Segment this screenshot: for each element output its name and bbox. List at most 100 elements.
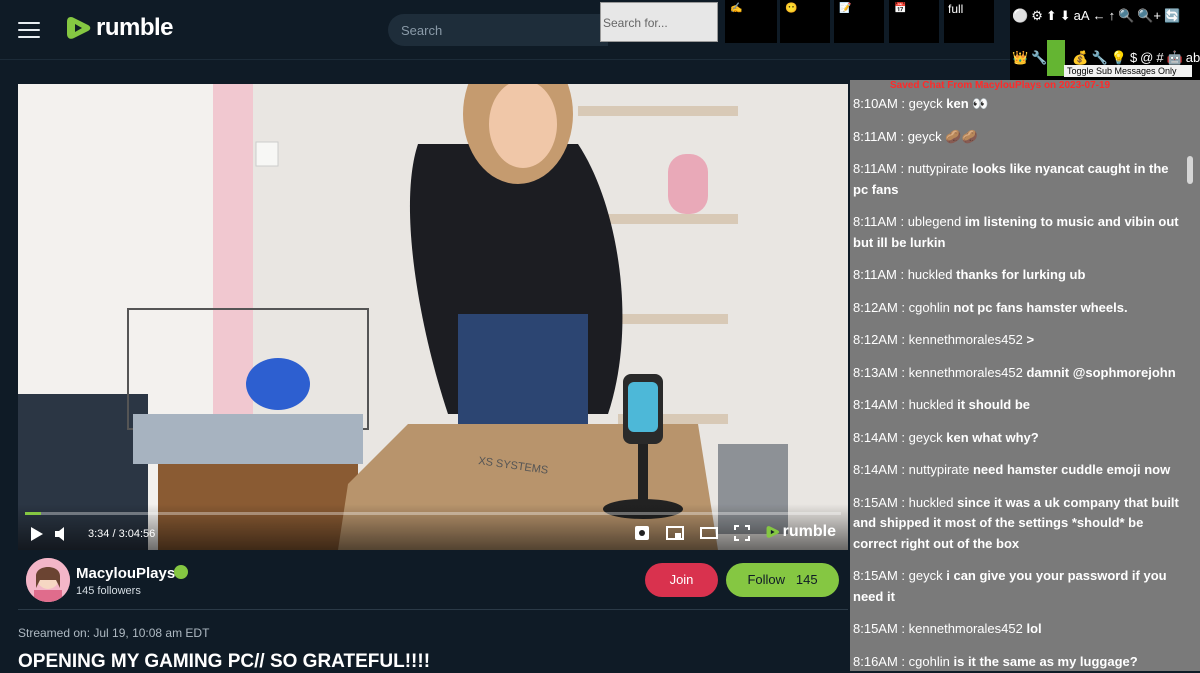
fullscreen-icon[interactable]: [734, 525, 750, 541]
chat-message-text: ken 👀: [946, 96, 989, 111]
dollar-icon[interactable]: $: [1130, 50, 1137, 66]
chat-message-meta: 8:15AM : geyck: [853, 568, 943, 583]
tools-row-top: ⚪ ⚙ ⬆ ⬇ aA ← ↑ 🔍 🔍+ 🔄: [1012, 8, 1180, 24]
arrow-up-icon[interactable]: ⬆: [1046, 8, 1057, 24]
font-size-icon[interactable]: aA: [1074, 8, 1090, 24]
player-controls: 3:34 / 3:04:56 rumble: [18, 510, 848, 550]
crown-icon[interactable]: 👑: [1012, 50, 1028, 66]
chat-message-time: 8:14AM: [853, 462, 898, 477]
arrow-down-icon[interactable]: ⬇: [1060, 8, 1071, 24]
face-icon: 😶: [785, 3, 798, 14]
rumble-small-icon: [766, 526, 779, 538]
extension-slot-2[interactable]: 😶: [780, 0, 830, 43]
pointing-hand-icon: ✍: [730, 3, 743, 14]
arrow-left-icon[interactable]: ←: [1093, 8, 1106, 24]
chat-message-meta: 8:12AM : kennethmorales452: [853, 332, 1023, 347]
chat-message-user[interactable]: nuttypirate: [909, 462, 970, 477]
robot-icon[interactable]: 🤖: [1167, 50, 1183, 66]
chat-separator: :: [897, 568, 909, 583]
wrench-icon-2[interactable]: 🔧: [1092, 50, 1108, 66]
picture-in-picture-icon[interactable]: [666, 525, 684, 541]
extension-slot-3[interactable]: 📝: [834, 0, 884, 43]
chat-message-text: need hamster cuddle emoji now: [972, 462, 1171, 477]
extension-slot-1[interactable]: ✍: [725, 0, 777, 43]
chat-separator: :: [896, 267, 908, 282]
chat-message-text: ken what why?: [946, 429, 1039, 445]
zoom-in-icon[interactable]: 🔍+: [1137, 8, 1161, 24]
volume-icon[interactable]: [54, 526, 70, 542]
chat-message-user[interactable]: geyck: [909, 96, 943, 111]
video-player[interactable]: XS SYSTEMS 3:34 / 3:04:56 rumble: [18, 84, 848, 550]
chat-panel: Saved Chat From MacylouPlays on 2023-07-…: [850, 80, 1200, 671]
refresh-icon[interactable]: 🔄: [1164, 8, 1180, 24]
chat-message: 8:13AM : kennethmorales452 damnit @sophm…: [853, 363, 1183, 384]
chat-message-meta: 8:15AM : kennethmorales452: [853, 621, 1023, 636]
at-icon[interactable]: @: [1140, 50, 1153, 66]
chat-message-user[interactable]: geyck: [909, 430, 943, 445]
chat-separator: :: [897, 332, 909, 347]
chat-message-user[interactable]: cgohlin: [909, 654, 950, 669]
search-input[interactable]: Search: [388, 14, 608, 46]
time-display: 3:34 / 3:04:56: [88, 528, 156, 540]
chat-message: 8:10AM : geyck ken 👀: [853, 94, 1183, 115]
avatar[interactable]: [26, 558, 70, 602]
channel-name[interactable]: MacylouPlays: [76, 565, 175, 582]
chat-message-user[interactable]: geyck: [909, 568, 943, 583]
chat-message-user[interactable]: huckled: [909, 495, 954, 510]
chat-message-user[interactable]: cgohlin: [909, 300, 950, 315]
extension-slot-full[interactable]: full: [944, 0, 994, 43]
chat-message-meta: 8:11AM : huckled: [853, 267, 953, 282]
chat-message-user[interactable]: kennethmorales452: [909, 621, 1023, 636]
extension-search-input[interactable]: Search for...: [600, 2, 718, 42]
toggle-sub-messages-button[interactable]: [1047, 40, 1065, 76]
lightbulb-icon[interactable]: 💡: [1111, 50, 1127, 66]
progress-bar[interactable]: [25, 512, 841, 515]
ab-icon[interactable]: ab: [1186, 50, 1200, 66]
settings-icon[interactable]: [634, 525, 650, 541]
menu-icon[interactable]: [18, 22, 40, 38]
hash-icon[interactable]: #: [1156, 50, 1163, 66]
chat-message-user[interactable]: huckled: [908, 267, 953, 282]
chat-separator: :: [897, 621, 909, 636]
progress-fill: [25, 512, 41, 515]
wrench-icon[interactable]: 🔧: [1031, 50, 1047, 66]
chat-message: 8:11AM : ublegend im listening to music …: [853, 212, 1183, 253]
arrow-up-small-icon[interactable]: ↑: [1109, 8, 1116, 24]
chat-message-time: 8:14AM: [853, 429, 898, 445]
chat-scrollbar[interactable]: [1187, 156, 1193, 184]
chat-message-user[interactable]: huckled: [909, 397, 954, 412]
chat-message-text: >: [1026, 332, 1035, 347]
tools-row-bottom: 👑 🔧 💰 🔧 💡 $ @ # 🤖 ab: [1012, 50, 1200, 66]
chat-message-meta: 8:11AM : nuttypirate: [853, 161, 968, 176]
chat-message-user[interactable]: kennethmorales452: [909, 365, 1023, 380]
radio-icon[interactable]: ⚪: [1012, 8, 1028, 24]
video-title: OPENING MY GAMING PC// SO GRATEFUL!!!!: [18, 651, 431, 672]
full-label: full: [948, 2, 964, 16]
chat-separator: :: [897, 429, 909, 445]
chat-message-time: 8:10AM: [853, 96, 898, 111]
search-icon[interactable]: 🔍: [1118, 8, 1134, 24]
chat-message-user[interactable]: kennethmorales452: [909, 332, 1023, 347]
chat-message-user[interactable]: nuttypirate: [908, 161, 969, 176]
chat-message-meta: 8:11AM : ublegend: [853, 214, 961, 229]
follow-button[interactable]: Follow 145: [726, 563, 839, 597]
extension-slot-4[interactable]: 📅: [889, 0, 939, 43]
player-rumble-logo[interactable]: rumble: [766, 523, 836, 541]
chat-message: 8:11AM : geyck 🥔🥔: [853, 127, 1183, 148]
gear-icon[interactable]: ⚙: [1031, 8, 1043, 24]
chat-message-meta: 8:16AM : cgohlin: [853, 654, 950, 669]
money-bag-icon[interactable]: 💰: [1072, 50, 1088, 66]
rumble-logo[interactable]: rumble: [66, 14, 174, 42]
video-frame: XS SYSTEMS: [18, 84, 848, 550]
join-button[interactable]: Join: [645, 563, 718, 597]
chat-message-meta: 8:14AM : huckled: [853, 397, 953, 412]
follow-label: Follow: [747, 572, 786, 587]
chat-message-user[interactable]: ublegend: [908, 214, 962, 229]
verified-icon: [174, 565, 188, 579]
play-icon[interactable]: [29, 526, 45, 542]
chat-message-list: 8:10AM : geyck ken 👀 8:11AM : geyck 🥔🥔 8:1…: [853, 94, 1183, 671]
theater-mode-icon[interactable]: [700, 525, 718, 541]
rumble-logo-icon: [67, 17, 91, 39]
chat-message-user[interactable]: geyck: [908, 129, 942, 144]
chat-message-time: 8:16AM: [853, 653, 898, 669]
